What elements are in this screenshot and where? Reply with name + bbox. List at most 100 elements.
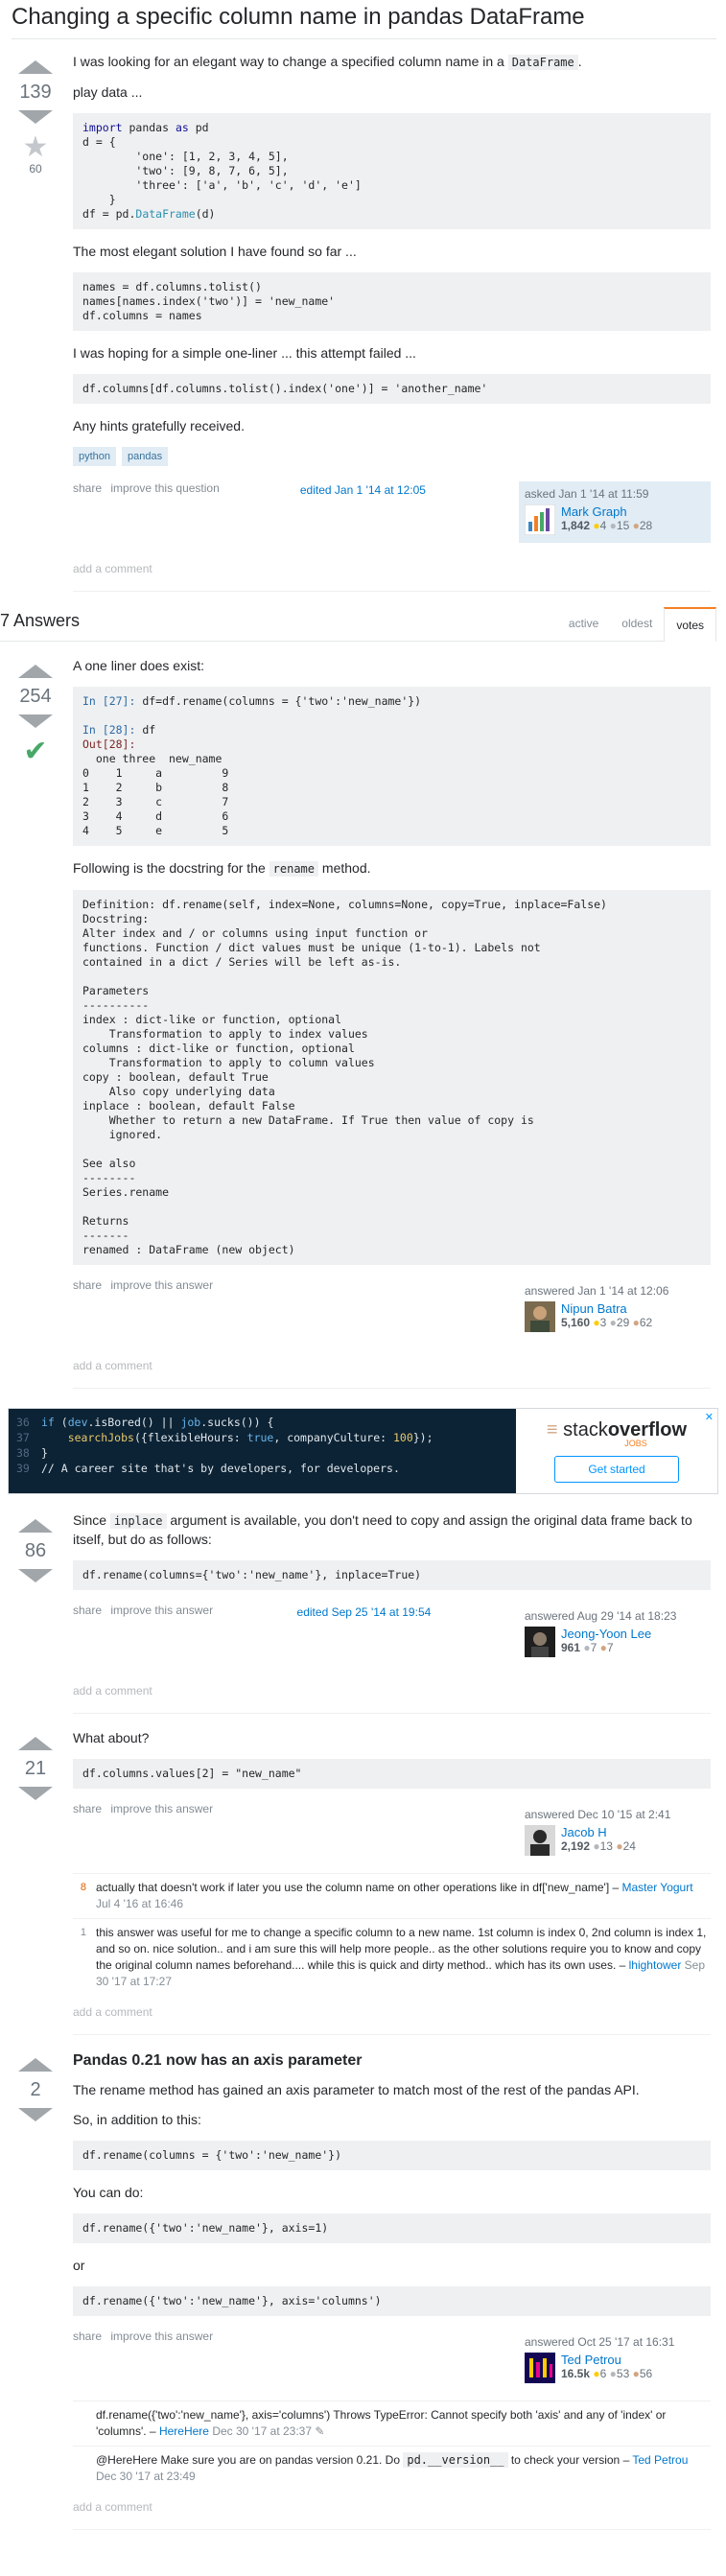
answer-post: 2 Pandas 0.21 now has an axis parameter … — [12, 2050, 716, 2545]
downvote-icon[interactable] — [18, 110, 53, 124]
answer-post: 86 Since inplace argument is available, … — [12, 1511, 716, 1729]
avatar[interactable] — [525, 1825, 555, 1856]
upvote-icon[interactable] — [18, 665, 53, 678]
inline-code: inplace — [109, 1513, 167, 1529]
comment-body: df.rename({'two':'new_name'}, axis='colu… — [96, 2407, 711, 2440]
line-number: 36 — [16, 1416, 30, 1429]
jobs-label: JOBS — [624, 1439, 647, 1448]
avatar[interactable] — [525, 1627, 555, 1657]
tag-list: python pandas — [73, 447, 711, 466]
vote-count: 21 — [24, 1758, 47, 1779]
code-token: 'three': ['a', 'b', 'c', 'd', 'e'] — [82, 178, 362, 192]
add-comment-link[interactable]: add a comment — [73, 1996, 711, 2035]
comment-date: Dec 30 '17 at 23:49 — [96, 2470, 196, 2483]
user-details: Mark Graph 1,842 ●4 ●15 ●28 — [561, 504, 652, 535]
user-name[interactable]: Jeong-Yoon Lee — [561, 1627, 651, 1641]
share-link[interactable]: share — [73, 1604, 102, 1617]
comment-user[interactable]: Master Yogurt — [622, 1881, 693, 1894]
question-title[interactable]: Changing a specific column name in panda… — [12, 0, 716, 39]
user-name[interactable]: Mark Graph — [561, 504, 652, 519]
user-name[interactable]: Nipun Batra — [561, 1301, 652, 1316]
user-name[interactable]: Ted Petrou — [561, 2353, 652, 2367]
silver-count: 15 — [616, 519, 630, 532]
answer-body: Since inplace argument is available, you… — [59, 1511, 716, 1729]
rep-score: 2,192 — [561, 1839, 591, 1853]
comment-score — [73, 2407, 96, 2440]
comment: 1 this answer was useful for me to chang… — [73, 1918, 711, 1996]
answer-paragraph: Since inplace argument is available, you… — [73, 1511, 711, 1549]
rep-score: 1,842 — [560, 519, 591, 532]
upvote-icon[interactable] — [18, 2058, 53, 2072]
upvote-icon[interactable] — [18, 60, 53, 74]
comment-score — [73, 2452, 96, 2485]
user-row: Ted Petrou 16.5k ●6 ●53 ●56 — [525, 2353, 705, 2383]
code-token: df=df.rename(columns = {'two':'new_name'… — [135, 694, 422, 708]
avatar[interactable] — [525, 1301, 555, 1332]
jobs-ad-banner[interactable]: 36 if (dev.isBored() || job.sucks()) { 37… — [8, 1408, 718, 1494]
answer-paragraph: What about? — [73, 1730, 150, 1745]
share-link[interactable]: share — [73, 481, 102, 495]
close-icon[interactable]: ✕ — [705, 1411, 714, 1423]
line-number: 37 — [16, 1431, 30, 1444]
comment-body: @HereHere Make sure you are on pandas ve… — [96, 2452, 711, 2485]
user-reputation: 5,160 ●3 ●29 ●62 — [561, 1316, 652, 1329]
improve-link[interactable]: improve this answer — [110, 2330, 213, 2343]
silver-badge-icon: ● — [609, 519, 617, 532]
comment-score: 8 — [80, 1882, 86, 1893]
comment-body: actually that doesn't work if later you … — [96, 1880, 711, 1912]
silver-count: 29 — [616, 1316, 630, 1329]
improve-link[interactable]: improve this question — [110, 481, 219, 495]
downvote-icon[interactable] — [18, 1787, 53, 1800]
get-started-button[interactable]: Get started — [554, 1456, 679, 1483]
downvote-icon[interactable] — [18, 1569, 53, 1582]
tab-oldest[interactable]: oldest — [610, 607, 664, 641]
answers-header: 7 Answers active oldest votes — [0, 607, 716, 642]
inline-code: DataFrame — [507, 55, 578, 70]
vote-count: 86 — [24, 1540, 47, 1561]
user-reputation: 1,842 ●4 ●15 ●28 — [561, 519, 652, 532]
favorite-star-icon[interactable]: ★ — [23, 133, 49, 162]
comment-user[interactable]: lhightower — [629, 1958, 682, 1972]
edited-link[interactable]: edited Jan 1 '14 at 12:05 — [300, 483, 444, 497]
upvote-icon[interactable] — [18, 1737, 53, 1750]
comment-user[interactable]: Ted Petrou — [632, 2453, 688, 2467]
downvote-icon[interactable] — [18, 2108, 53, 2121]
answer-paragraph: Following is the docstring for the renam… — [73, 859, 711, 878]
improve-link[interactable]: improve this answer — [110, 1604, 213, 1617]
add-comment-link[interactable]: add a comment — [73, 552, 711, 592]
share-link[interactable]: share — [73, 2330, 102, 2343]
tab-active[interactable]: active — [557, 607, 610, 641]
share-link[interactable]: share — [73, 1802, 102, 1815]
comment-text: @HereHere Make sure you are on pandas ve… — [96, 2453, 404, 2467]
tag-python[interactable]: python — [73, 447, 117, 466]
avatar[interactable] — [525, 2353, 555, 2383]
bronze-badge-icon: ● — [632, 519, 640, 532]
user-row: Jeong-Yoon Lee 961 ●7 ●7 — [525, 1627, 705, 1657]
add-comment-link[interactable]: add a comment — [73, 2491, 711, 2530]
code-token: .isBored() || — [87, 1416, 181, 1429]
post-menu: share improve this answer — [73, 1278, 219, 1292]
comment-user[interactable]: HereHere — [159, 2424, 209, 2438]
add-comment-link[interactable]: add a comment — [73, 1674, 711, 1714]
rep-score: 16.5k — [561, 2367, 591, 2380]
add-comment-link[interactable]: add a comment — [73, 1349, 711, 1389]
line-number: 38 — [16, 1446, 30, 1460]
text: Since — [73, 1512, 110, 1528]
answer-paragraph: or — [73, 2258, 85, 2273]
code-token: // A career site that's by developers, f… — [41, 1462, 400, 1475]
improve-link[interactable]: improve this answer — [110, 1802, 213, 1815]
code-token: job — [180, 1416, 201, 1429]
ad-code: 36 if (dev.isBored() || job.sucks()) { 37… — [9, 1409, 516, 1493]
code-block: names = df.columns.tolist() names[names.… — [73, 272, 711, 331]
user-name[interactable]: Jacob H — [561, 1825, 636, 1839]
text: . — [577, 54, 582, 69]
improve-link[interactable]: improve this answer — [110, 1278, 213, 1292]
tag-pandas[interactable]: pandas — [122, 447, 169, 466]
tab-votes[interactable]: votes — [664, 607, 716, 642]
post-menu: share improve this answer — [73, 1604, 219, 1617]
edited-link[interactable]: edited Sep 25 '14 at 19:54 — [297, 1605, 441, 1619]
share-link[interactable]: share — [73, 1278, 102, 1292]
avatar[interactable] — [524, 504, 555, 535]
upvote-icon[interactable] — [18, 1519, 53, 1533]
downvote-icon[interactable] — [18, 714, 53, 728]
